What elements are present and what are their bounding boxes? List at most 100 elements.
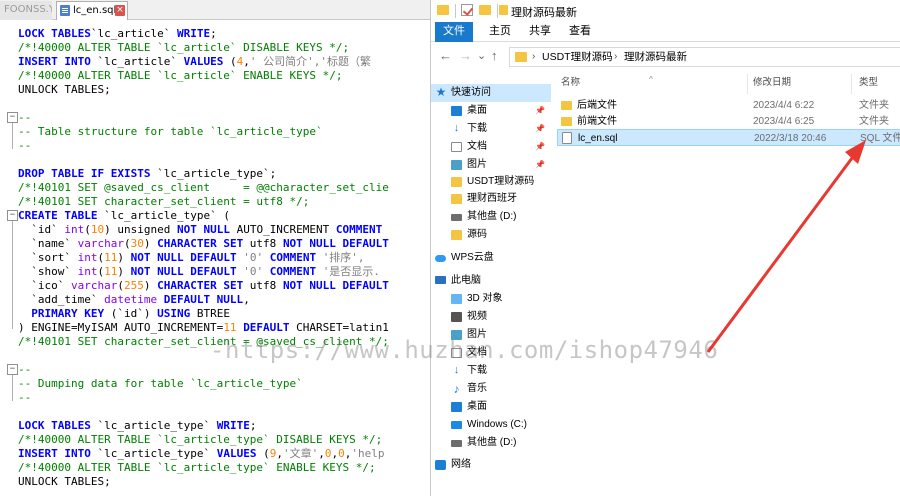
nav-item[interactable]: USDT理财源码 — [431, 173, 551, 191]
ribbon-tab-home[interactable]: 主页 — [481, 22, 519, 42]
code-token: varchar — [77, 237, 124, 250]
pin-icon: 📌 — [535, 142, 545, 151]
new-folder-icon[interactable] — [479, 5, 491, 15]
nav-item[interactable]: 其他盘 (D:) — [431, 434, 551, 452]
code-token: 11 — [104, 265, 118, 278]
code-token: COMMENT — [269, 251, 317, 264]
code-token: datetime — [104, 293, 158, 306]
code-token: 11 — [223, 321, 237, 334]
code-line: LOCK TABLES `lc_article_type` WRITE; — [18, 419, 256, 433]
code-token: 0 — [338, 447, 345, 460]
nav-item[interactable]: 桌面 — [431, 398, 551, 416]
nav-item[interactable]: 文档 📌 — [431, 138, 551, 156]
music-icon: ♪ — [453, 382, 460, 396]
code-token: `lc_article` — [90, 55, 184, 68]
nav-item-label: 文档 — [467, 141, 487, 152]
nav-item[interactable]: Windows (C:) — [431, 416, 551, 434]
file-row[interactable]: lc_en.sql 2022/3/18 20:46 SQL 文件 — [557, 129, 900, 146]
fold-toggle[interactable]: − — [7, 210, 18, 221]
title-bar: 理财源码最新 — [431, 0, 900, 22]
file-row[interactable]: 前端文件 2023/4/4 6:25 文件夹 — [557, 113, 900, 130]
column-name-label: 名称 — [561, 77, 581, 88]
nav-item-label: 源码 — [467, 229, 487, 240]
code-token: ( — [256, 447, 270, 460]
window-title: 理财源码最新 — [511, 7, 577, 19]
code-token: ( — [223, 55, 237, 68]
code-token: 10 — [90, 223, 105, 236]
up-button[interactable]: ↑ — [491, 48, 498, 64]
column-header-name[interactable]: 名称 ^ — [561, 75, 653, 90]
nav-item-label: Windows (C:) — [467, 419, 528, 430]
breadcrumb-usdt[interactable]: USDT理财源码 — [542, 50, 613, 64]
code-token: DEFAULT NULL — [163, 293, 244, 306]
editor-tab-lc-en-sql[interactable]: lc_en.sql × — [56, 1, 128, 20]
column-header-type[interactable]: 类型 — [859, 76, 878, 90]
code-token: CREATE TABLE — [18, 209, 98, 222]
nav-item-label: 图片 — [467, 159, 487, 170]
nav-item[interactable]: 文档 — [431, 344, 551, 362]
divider — [497, 4, 498, 18]
nav-item[interactable]: 3D 对象 — [431, 290, 551, 308]
nav-item[interactable]: 此电脑 — [431, 272, 551, 290]
code-line: LOCK TABLES`lc_article` WRITE; — [18, 27, 217, 41]
file-explorer-window: 理财源码最新 文件 主页 共享 查看 ← → ⌄ ↑ › USDT理财源码 › … — [430, 0, 900, 496]
nav-item[interactable]: ♪ 音乐 — [431, 380, 551, 398]
back-button[interactable]: ← — [439, 48, 452, 64]
download-icon: ↓ — [453, 364, 460, 376]
nav-item[interactable]: 图片 — [431, 326, 551, 344]
editor-tab-other[interactable]: FOONSS.YUM — [0, 1, 52, 20]
file-name: 前端文件 — [577, 116, 617, 127]
ribbon-tab-share[interactable]: 共享 — [521, 22, 559, 42]
code-token: DROP TABLE IF EXISTS — [18, 167, 151, 180]
nav-item[interactable]: ★ 快速访问 — [431, 84, 551, 102]
properties-check-icon[interactable] — [461, 4, 473, 16]
code-token: /*!40000 ALTER TABLE `lc_article` DISABL… — [18, 41, 350, 54]
fold-toggle[interactable]: − — [7, 364, 18, 375]
nav-item-label: 其他盘 (D:) — [467, 211, 517, 222]
code-token: WRITE — [170, 27, 211, 40]
code-token: /*!40000 ALTER TABLE `lc_article` ENABLE… — [18, 69, 343, 82]
ribbon-tab-view[interactable]: 查看 — [561, 22, 599, 42]
nav-item[interactable]: 其他盘 (D:) — [431, 208, 551, 226]
code-editor[interactable]: FOONSS.YUM lc_en.sql × LOCK TABLES`lc_ar… — [0, 0, 430, 496]
file-row[interactable]: 后端文件 2023/4/4 6:22 文件夹 — [557, 97, 900, 114]
column-separator[interactable] — [747, 74, 748, 94]
ribbon-tab-file[interactable]: 文件 — [435, 22, 473, 42]
forward-button[interactable]: → — [459, 48, 472, 64]
editor-tab-bar: FOONSS.YUM lc_en.sql × — [0, 0, 430, 20]
nav-item[interactable]: 图片 📌 — [431, 156, 551, 174]
nav-item[interactable]: WPS云盘 — [431, 249, 551, 267]
code-line: `id` int(10) unsigned NOT NULL AUTO_INCR… — [18, 223, 382, 237]
code-token: '0' — [243, 251, 264, 264]
nav-item[interactable]: 网络 — [431, 456, 551, 474]
nav-item[interactable]: ↓ 下载 📌 — [431, 120, 551, 138]
close-icon[interactable]: × — [115, 5, 125, 16]
code-line: /*!40101 SET character_set_client = utf8… — [18, 195, 309, 209]
recent-locations-button[interactable]: ⌄ — [477, 48, 486, 64]
code-token: utf8 — [243, 279, 283, 292]
code-token: NOT NULL — [176, 223, 230, 236]
code-token: , — [276, 447, 283, 460]
nav-item-label: 此电脑 — [451, 275, 481, 286]
column-separator[interactable] — [851, 74, 852, 94]
column-header-date[interactable]: 修改日期 — [753, 76, 791, 90]
address-path[interactable]: › USDT理财源码 › 理财源码最新 — [509, 47, 900, 67]
nav-item[interactable]: 源码 — [431, 226, 551, 244]
fold-toggle[interactable]: − — [7, 112, 18, 123]
code-line: -- Table structure for table `lc_article… — [18, 125, 323, 139]
nav-item[interactable]: 视频 — [431, 308, 551, 326]
nav-item[interactable]: 桌面 📌 — [431, 102, 551, 120]
nav-item[interactable]: ↓ 下载 — [431, 362, 551, 380]
code-token: `lc_article_type` — [90, 419, 217, 432]
code-token: int — [77, 265, 98, 278]
pin-icon: 📌 — [535, 124, 545, 133]
code-token: ( — [84, 223, 91, 236]
nav-item[interactable]: 理财西班牙 — [431, 190, 551, 208]
sort-ascending-icon: ^ — [649, 75, 653, 84]
code-token: -- — [18, 139, 32, 152]
nav-item-label: 桌面 — [467, 401, 487, 412]
nav-item-label: 音乐 — [467, 383, 487, 394]
breadcrumb-current[interactable]: 理财源码最新 — [624, 50, 687, 64]
code-token: INSERT INTO — [18, 447, 91, 460]
